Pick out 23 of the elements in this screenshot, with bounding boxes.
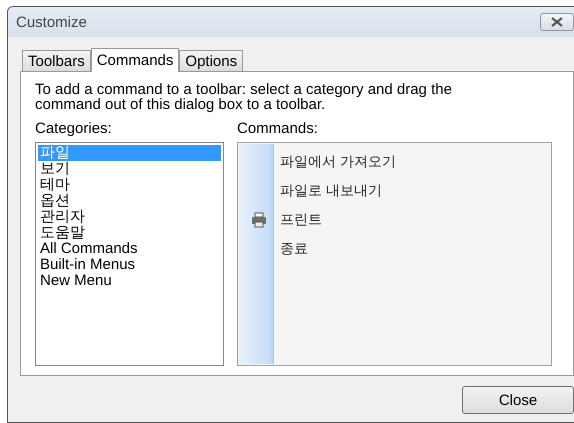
tab[interactable]: Options — [179, 50, 244, 71]
category-item[interactable]: 관리자 — [38, 209, 221, 225]
instructions: To add a command to a toolbar: select a category and drag the command out of this dialog box to a toolbar. — [35, 82, 453, 112]
command-item[interactable]: 파일에서 가져오기 — [280, 152, 396, 170]
commands-label: Commands: — [237, 120, 319, 138]
category-item[interactable]: New Menu — [38, 273, 221, 289]
category-item[interactable]: All Commands — [38, 241, 221, 257]
category-item[interactable]: Built-in Menus — [38, 257, 221, 273]
command-item[interactable]: 파일로 내보내기 — [280, 182, 382, 200]
categories-label: Categories: — [35, 120, 113, 138]
close-button[interactable] — [540, 13, 574, 31]
category-item[interactable]: 테마 — [38, 177, 221, 193]
tab[interactable]: Toolbars — [22, 50, 91, 71]
command-item[interactable]: 종료 — [280, 240, 308, 258]
category-item[interactable]: 도움말 — [38, 225, 221, 241]
category-item[interactable]: 보기 — [38, 161, 221, 177]
close-button[interactable]: Close — [462, 386, 574, 414]
printer-icon — [251, 212, 267, 228]
command-item[interactable]: 프린트 — [280, 210, 322, 228]
tab[interactable]: Commands — [90, 48, 180, 72]
close-icon — [551, 17, 563, 27]
category-item[interactable]: 옵션 — [38, 193, 221, 209]
window-title: Customize — [16, 14, 87, 30]
